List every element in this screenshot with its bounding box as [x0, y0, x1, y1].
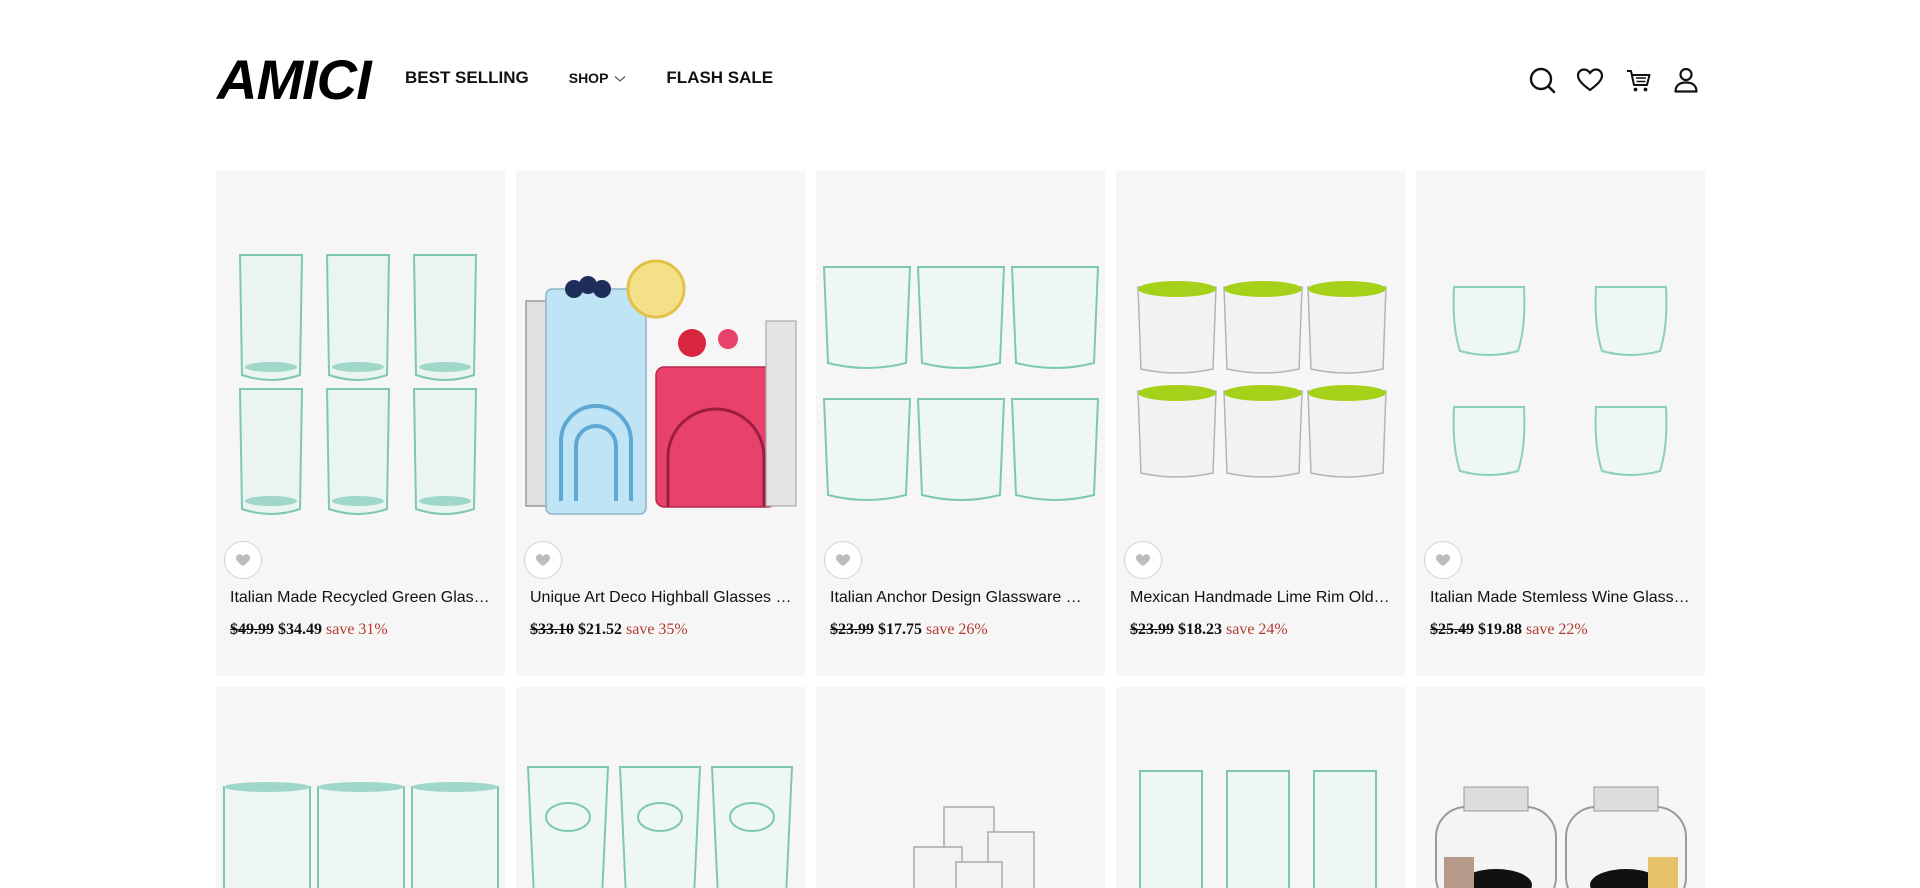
cart-icon[interactable] — [1622, 64, 1654, 96]
product-image[interactable] — [1116, 171, 1405, 526]
product-price: $25.49 $19.88 save 22% — [1430, 621, 1588, 639]
product-image[interactable] — [1416, 687, 1705, 888]
product-price: $23.99 $18.23 save 24% — [1130, 621, 1288, 639]
product-price: $33.10 $21.52 save 35% — [530, 621, 688, 639]
product-price: $49.99 $34.49 save 31% — [230, 621, 388, 639]
product-title[interactable]: Italian Anchor Design Glassware Set… — [830, 589, 1092, 607]
sale-price: $18.23 — [1178, 621, 1222, 638]
product-card[interactable] — [816, 687, 1105, 888]
save-badge: save 35% — [626, 621, 688, 638]
wishlist-button[interactable] — [224, 541, 262, 579]
chevron-down-icon — [614, 70, 626, 86]
product-image[interactable] — [216, 171, 505, 526]
heart-icon — [1136, 554, 1150, 566]
product-card[interactable]: Unique Art Deco Highball Glasses S… $33.… — [516, 171, 805, 676]
heart-icon[interactable] — [1574, 64, 1606, 96]
nav-shop-label: SHOP — [568, 70, 609, 86]
nav-best-selling[interactable]: BEST SELLING — [405, 68, 529, 88]
product-card[interactable]: Italian Made Stemless Wine Glasses… $25.… — [1416, 171, 1705, 676]
product-card[interactable] — [1416, 687, 1705, 888]
heart-icon — [236, 554, 250, 566]
heart-icon — [536, 554, 550, 566]
heart-icon — [836, 554, 850, 566]
product-image[interactable] — [516, 687, 805, 888]
product-card[interactable]: Italian Anchor Design Glassware Set… $23… — [816, 171, 1105, 676]
wishlist-button[interactable] — [1424, 541, 1462, 579]
sale-price: $34.49 — [278, 621, 322, 638]
sale-price: $17.75 — [878, 621, 922, 638]
nav-flash-sale[interactable]: FLASH SALE — [666, 68, 773, 88]
product-image[interactable] — [216, 687, 505, 888]
brand-logo[interactable]: AMICI — [217, 52, 372, 108]
original-price: $33.10 — [530, 621, 574, 638]
original-price: $49.99 — [230, 621, 274, 638]
wishlist-button[interactable] — [1124, 541, 1162, 579]
product-title[interactable]: Mexican Handmade Lime Rim Old… — [1130, 589, 1392, 607]
product-card[interactable] — [216, 687, 505, 888]
product-image[interactable] — [816, 171, 1105, 526]
product-image[interactable] — [1116, 687, 1405, 888]
nav-shop[interactable]: SHOP — [569, 70, 627, 86]
save-badge: save 31% — [326, 621, 388, 638]
wishlist-button[interactable] — [524, 541, 562, 579]
save-badge: save 24% — [1226, 621, 1288, 638]
product-card[interactable] — [1116, 687, 1405, 888]
product-image[interactable] — [516, 171, 805, 526]
search-icon[interactable] — [1526, 64, 1558, 96]
product-image[interactable] — [816, 687, 1105, 888]
original-price: $25.49 — [1430, 621, 1474, 638]
wishlist-button[interactable] — [824, 541, 862, 579]
product-card[interactable] — [516, 687, 805, 888]
product-title[interactable]: Italian Made Recycled Green Glass… — [230, 589, 492, 607]
product-title[interactable]: Unique Art Deco Highball Glasses S… — [530, 589, 792, 607]
product-image[interactable] — [1416, 171, 1705, 526]
product-price: $23.99 $17.75 save 26% — [830, 621, 988, 639]
original-price: $23.99 — [830, 621, 874, 638]
original-price: $23.99 — [1130, 621, 1174, 638]
product-card[interactable]: Mexican Handmade Lime Rim Old… $23.99 $18… — [1116, 171, 1405, 676]
heart-icon — [1436, 554, 1450, 566]
main-nav: BEST SELLING SHOP FLASH SALE — [405, 68, 773, 88]
product-title[interactable]: Italian Made Stemless Wine Glasses… — [1430, 589, 1692, 607]
save-badge: save 22% — [1526, 621, 1588, 638]
header-icons — [1526, 64, 1702, 96]
sale-price: $21.52 — [578, 621, 622, 638]
sale-price: $19.88 — [1478, 621, 1522, 638]
product-card[interactable]: Italian Made Recycled Green Glass… $49.9… — [216, 171, 505, 676]
save-badge: save 26% — [926, 621, 988, 638]
account-icon[interactable] — [1670, 64, 1702, 96]
site-header: AMICI BEST SELLING SHOP FLASH SALE — [0, 0, 1920, 160]
